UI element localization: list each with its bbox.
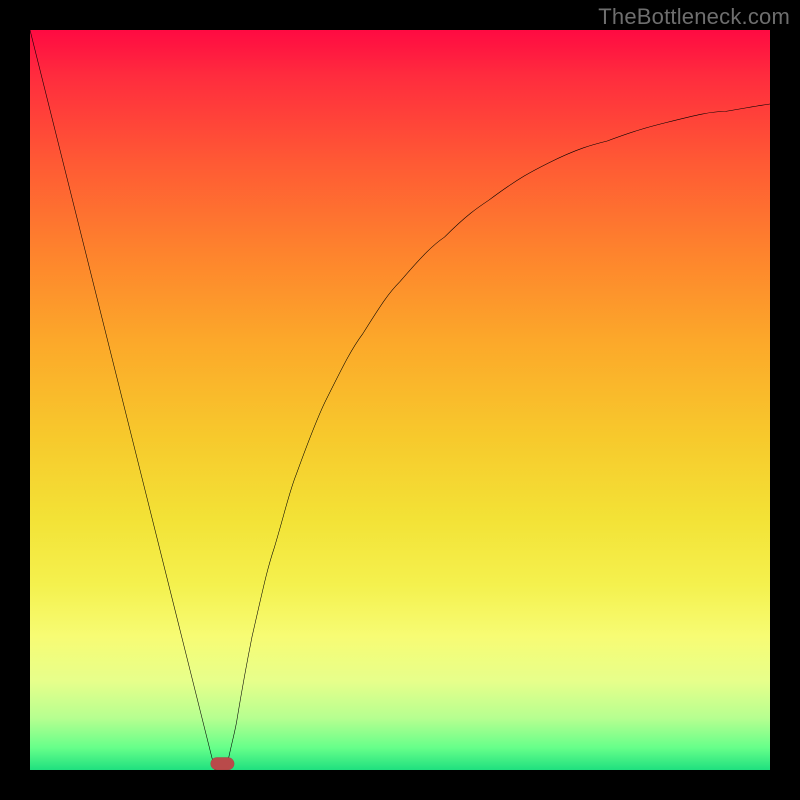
optimal-marker	[211, 757, 235, 770]
watermark-text: TheBottleneck.com	[598, 4, 790, 30]
bottleneck-curve	[30, 30, 770, 770]
chart-frame: TheBottleneck.com	[0, 0, 800, 800]
plot-svg	[30, 30, 770, 770]
